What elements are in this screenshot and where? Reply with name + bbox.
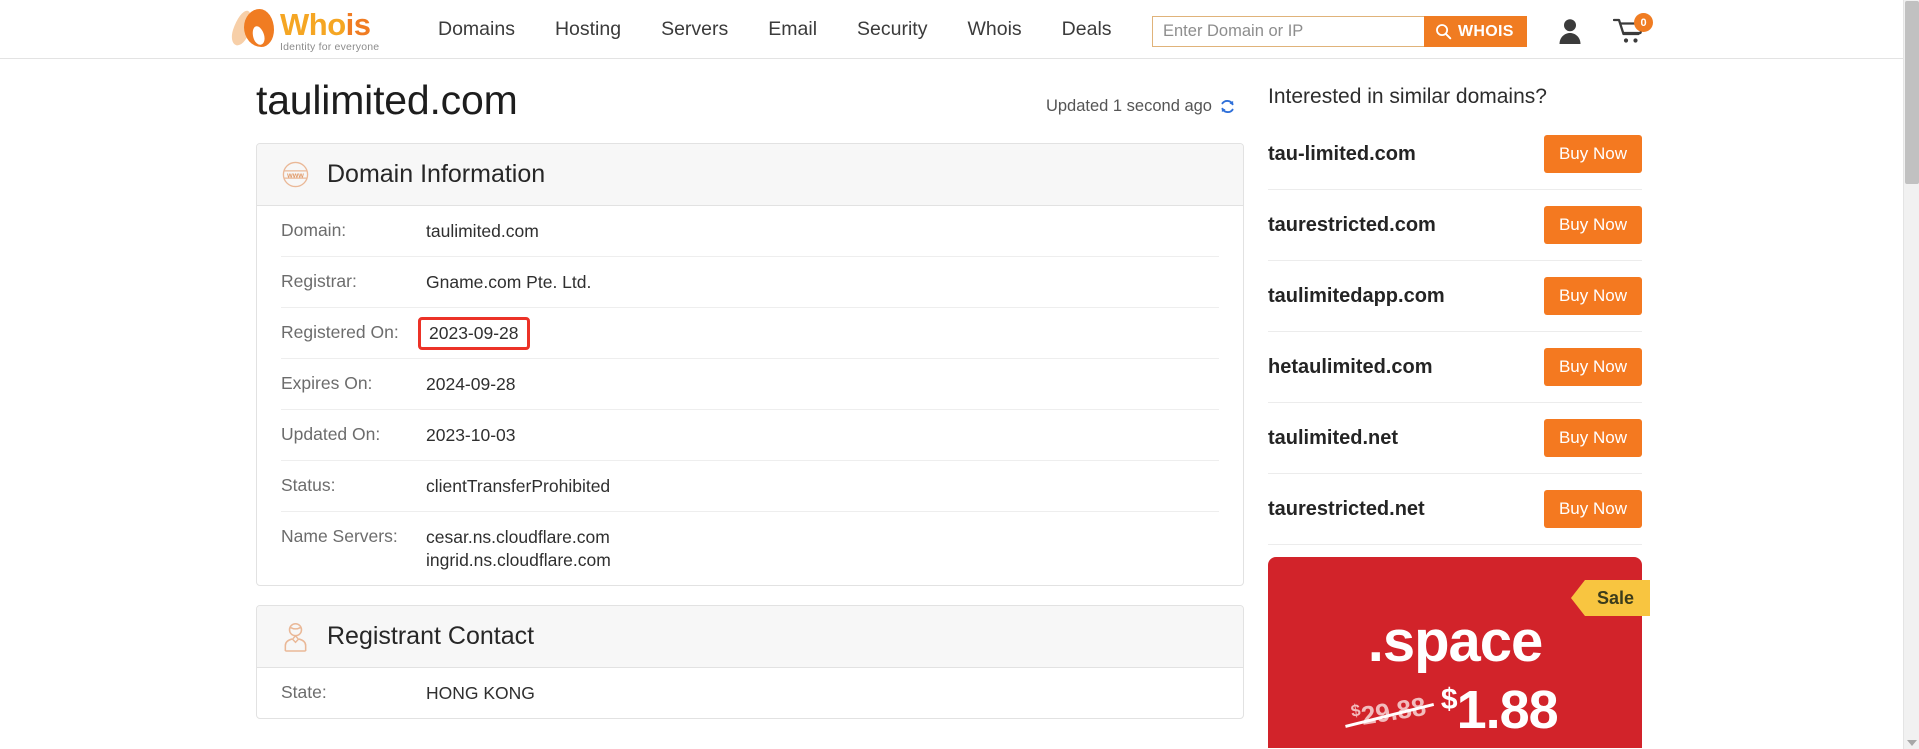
logo-word-a: Who [280,7,346,42]
sale-ribbon: Sale [1570,580,1650,616]
logo-wordmark: Whois [280,9,379,40]
similar-domain-name[interactable]: tau-limited.com [1268,143,1416,166]
vertical-scrollbar[interactable] [1903,0,1919,749]
whois-logo-icon [228,8,276,48]
row-value: Gname.com Pte. Ltd. [426,272,592,292]
last-updated: Updated 1 second ago [1046,97,1236,116]
table-row: Expires On: 2024-09-28 [281,359,1219,410]
list-item: taulimitedapp.com Buy Now [1268,261,1642,332]
row-label: Name Servers: [281,526,398,546]
list-item: hetaulimited.com Buy Now [1268,332,1642,403]
name-servers-value: cesar.ns.cloudflare.com ingrid.ns.cloudf… [426,526,611,572]
name-server-2: ingrid.ns.cloudflare.com [426,550,611,570]
domain-information-card: www Domain Information Domain: taulimite… [256,143,1244,586]
row-label: Expires On: [281,373,373,393]
promo-old-amount: 29.88 [1359,691,1429,732]
promo-new-amount: 1.88 [1456,680,1559,740]
row-label: Registrar: [281,271,357,291]
last-updated-text: Updated 1 second ago [1045,97,1212,115]
table-row: Registrar: Gname.com Pte. Ltd. [281,257,1219,308]
nav-item-servers[interactable]: Servers [641,18,748,41]
buy-now-button[interactable]: Buy Now [1543,277,1642,315]
similar-domain-name[interactable]: taulimitedapp.com [1268,285,1445,308]
table-row: Domain: taulimited.com [281,206,1219,257]
logo-word-b: is [345,7,371,42]
table-row: Updated On: 2023-10-03 [281,410,1219,461]
row-label: Domain: [281,220,347,240]
list-item: taulimited.net Buy Now [1268,403,1642,474]
nav-item-hosting[interactable]: Hosting [535,18,641,41]
registrant-contact-rows: State: HONG KONG [257,668,1243,718]
buy-now-button[interactable]: Buy Now [1543,206,1642,244]
table-row: State: HONG KONG [281,668,1219,718]
similar-domains-sidebar: Interested in similar domains? tau-limit… [1268,59,1650,748]
buy-now-button[interactable]: Buy Now [1543,348,1642,386]
site-logo[interactable]: Whois Identity for everyone [228,8,380,53]
logo-tagline: Identity for everyone [280,41,380,53]
page-content: taulimited.com Updated 1 second ago www [0,59,1903,748]
similar-domain-name[interactable]: hetaulimited.com [1268,356,1432,379]
row-label: Registered On: [281,322,399,342]
promo-pricing: $29.88 $1.88 [1268,683,1642,737]
main-navigation: Domains Hosting Servers Email Security W… [418,0,1132,59]
row-label: Updated On: [281,424,381,444]
scrollbar-thumb[interactable] [1905,1,1919,184]
svg-text:www: www [286,172,304,180]
whois-search-button[interactable]: WHOIS [1424,16,1527,47]
registrant-contact-card-header: Registrant Contact [257,606,1243,668]
list-item: tau-limited.com Buy Now [1268,119,1642,190]
row-label: Status: [281,475,336,495]
nav-item-whois[interactable]: Whois [947,18,1041,41]
promo-new-price: $1.88 [1441,683,1559,737]
refresh-icon[interactable] [1219,98,1236,115]
cart-count-badge: 0 [1634,13,1653,32]
similar-domain-name[interactable]: taulimited.net [1268,427,1398,450]
user-icon[interactable] [1558,18,1582,44]
domain-information-rows: Domain: taulimited.com Registrar: Gname.… [257,206,1243,585]
buy-now-button[interactable]: Buy Now [1543,135,1642,173]
promo-new-currency: $ [1440,683,1458,716]
registrant-contact-card: Registrant Contact State: HONG KONG [256,605,1244,719]
row-value: taulimited.com [426,221,539,241]
table-row: Status: clientTransferProhibited [281,461,1219,512]
nav-item-security[interactable]: Security [837,18,947,41]
www-stamp-icon: www [282,161,309,188]
list-item: taurestricted.com Buy Now [1268,190,1642,261]
row-value: clientTransferProhibited [426,476,611,496]
scroll-down-arrow-icon[interactable] [1907,740,1917,746]
domain-information-card-title: Domain Information [327,160,546,188]
name-server-1: cesar.ns.cloudflare.com [426,527,610,547]
whois-result-column: taulimited.com Updated 1 second ago www [256,59,1244,719]
row-value: 2023-10-03 [426,425,516,445]
promo-old-price: $29.88 [1350,691,1430,740]
nav-item-deals[interactable]: Deals [1042,18,1132,41]
search-icon [1436,24,1452,40]
row-label: State: [281,682,327,702]
space-tld-promo-banner[interactable]: Sale .space $29.88 $1.88 [1268,557,1650,748]
buy-now-button[interactable]: Buy Now [1543,490,1642,528]
site-header: Whois Identity for everyone Domains Host… [0,0,1903,59]
nav-item-domains[interactable]: Domains [418,18,535,41]
registered-on-value-highlighted: 2023-09-28 [418,317,530,350]
sidebar-title: Interested in similar domains? [1268,85,1547,108]
whois-search-button-label: WHOIS [1458,22,1514,40]
buy-now-button[interactable]: Buy Now [1543,419,1642,457]
similar-domain-name[interactable]: taurestricted.com [1268,214,1436,237]
nav-item-email[interactable]: Email [748,18,837,41]
table-row: Registered On: 2023-09-28 [281,308,1219,359]
list-item: taurestricted.net Buy Now [1268,474,1642,545]
similar-domain-name[interactable]: taurestricted.net [1268,498,1425,521]
search-input[interactable] [1152,16,1424,47]
registrant-person-icon [284,622,307,652]
whois-search-group: WHOIS [1152,16,1527,47]
row-value: 2024-09-28 [426,374,516,394]
domain-information-card-header: www Domain Information [257,144,1243,206]
table-row: Name Servers: cesar.ns.cloudflare.com in… [281,512,1219,585]
registrant-contact-card-title: Registrant Contact [327,622,535,650]
row-value: HONG KONG [426,683,535,703]
